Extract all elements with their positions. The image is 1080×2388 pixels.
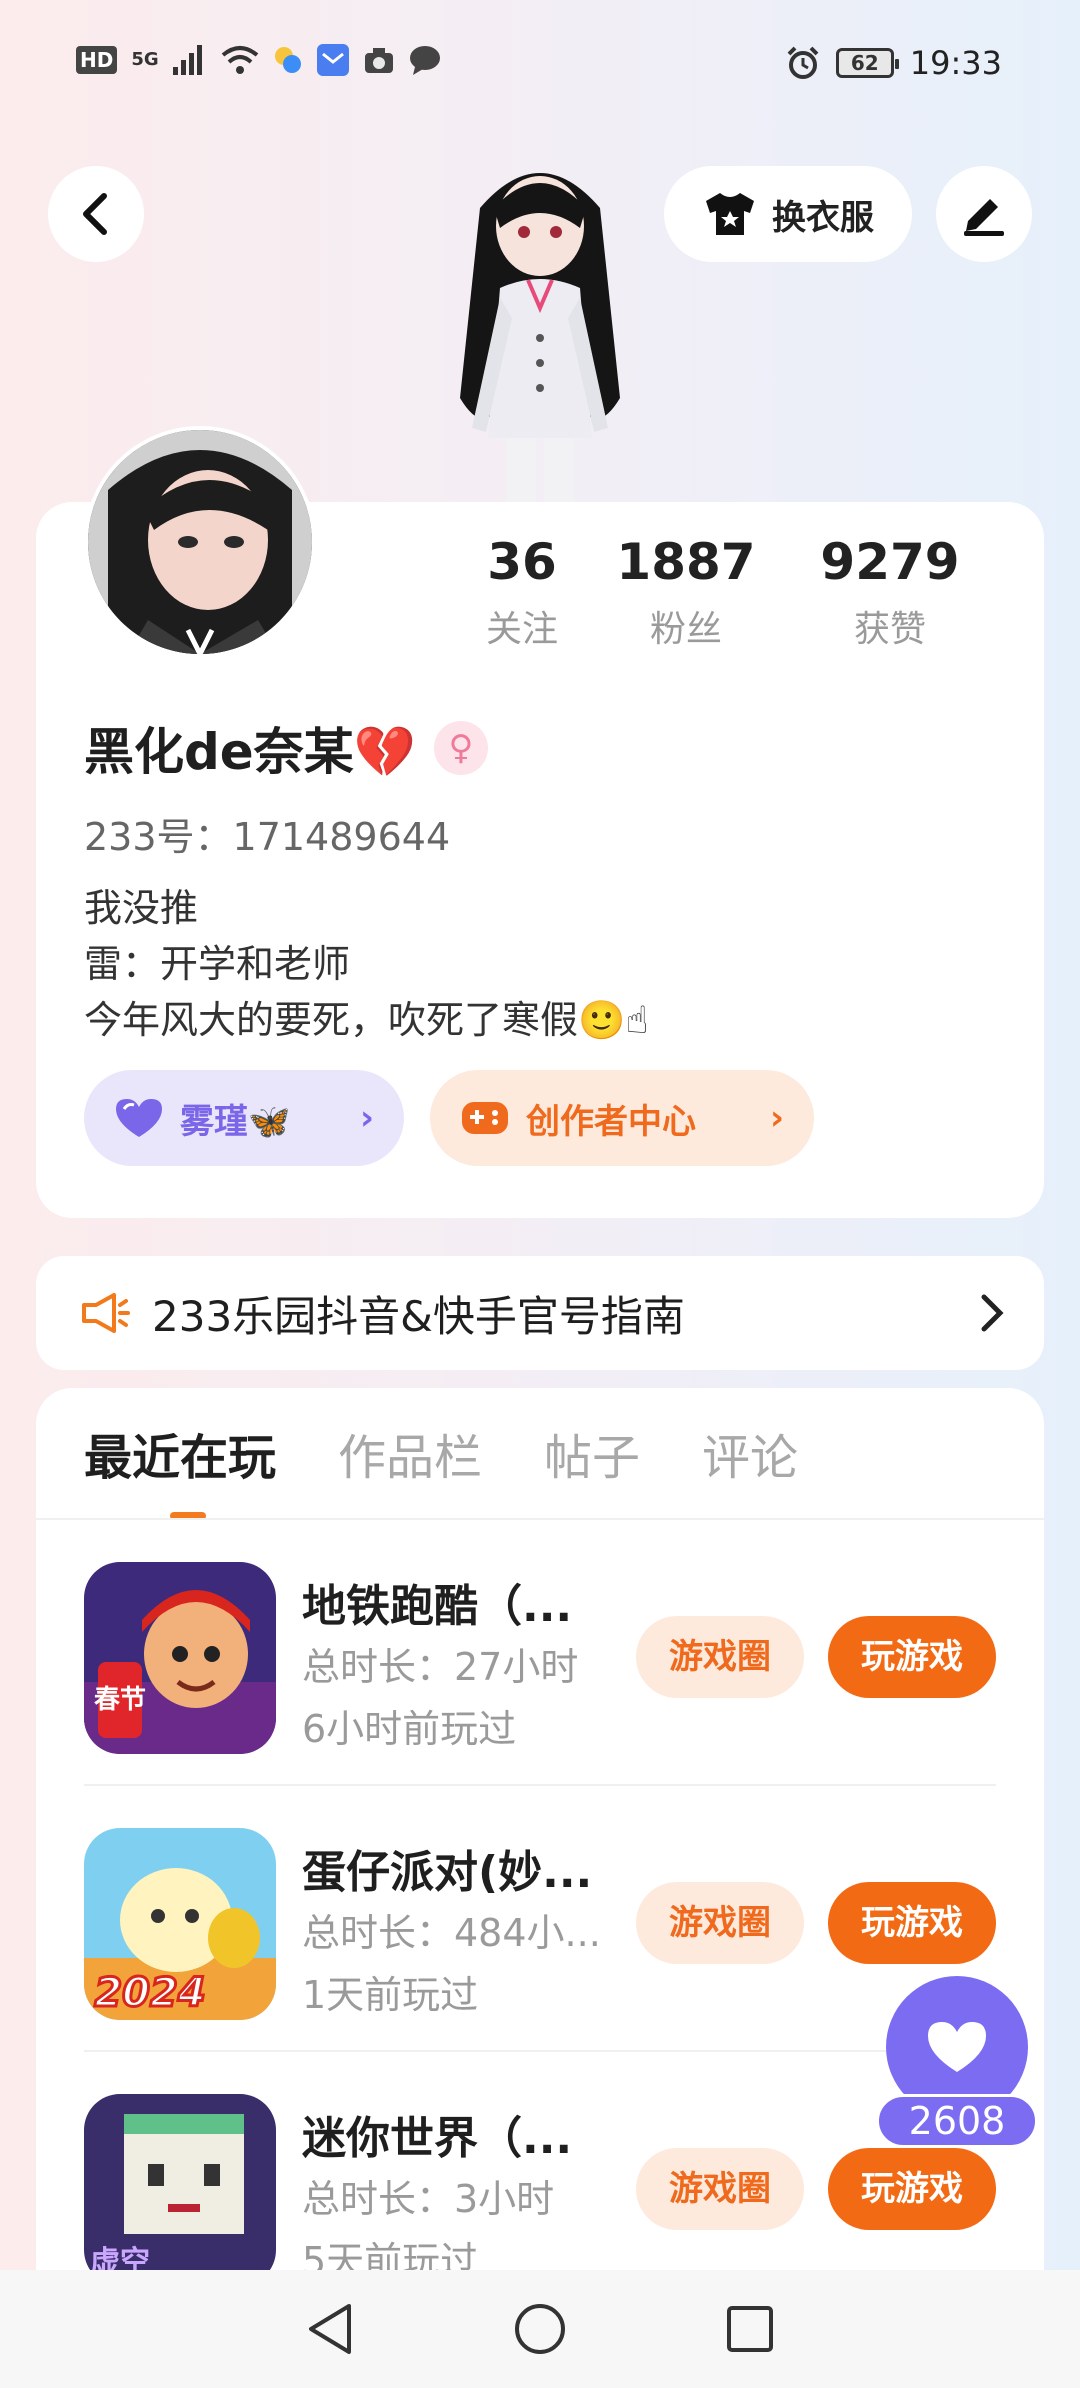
battery-icon: 62 <box>835 48 899 78</box>
stat-following[interactable]: 36 关注 <box>460 530 584 652</box>
nav-back-button[interactable] <box>300 2299 360 2359</box>
likes-label: 获赞 <box>853 609 926 650</box>
mail-app-icon <box>316 44 349 76</box>
followers-label: 粉丝 <box>649 609 722 650</box>
camera-app-icon <box>364 48 393 73</box>
square-recents-icon <box>727 2306 773 2352</box>
list-item[interactable]: 春节 地铁跑酷（... 总时长：27小时 6小时前玩过 游戏圈 玩游戏 <box>84 1520 1044 1786</box>
game-circle-button[interactable]: 游戏圈 <box>636 1616 804 1698</box>
announcement-bar[interactable]: 233乐园抖音&快手官号指南 <box>36 1256 1044 1370</box>
nickname: 黑化de奈某💔 <box>84 723 416 781</box>
bio-line: 我没推 <box>84 886 199 930</box>
circle-home-icon <box>515 2304 565 2354</box>
followers-count: 1887 <box>616 533 756 591</box>
mini-world-icon: 虚空 <box>84 2094 276 2286</box>
user-id: 233号：171489644 <box>84 815 451 859</box>
message-icon <box>409 46 440 75</box>
fan-group-chip[interactable]: 雾瑾🦋 › <box>84 1070 404 1166</box>
nav-recents-button[interactable] <box>720 2299 780 2359</box>
bio-line: 雷：开学和老师 <box>84 942 351 986</box>
tab-works[interactable]: 作品栏 <box>338 1418 482 1488</box>
likes-count: 9279 <box>820 533 960 591</box>
change-outfit-label: 换衣服 <box>772 197 874 238</box>
creator-center-chip[interactable]: 创作者中心 › <box>430 1070 814 1166</box>
announcement-text: 233乐园抖音&快手官号指南 <box>152 1291 685 1341</box>
subway-surfers-icon: 春节 <box>84 1562 276 1754</box>
eggy-party-icon: 2024 <box>84 1828 276 2020</box>
nickname-row: 黑化de奈某💔 ♀ <box>84 712 488 784</box>
stat-followers[interactable]: 1887 粉丝 <box>584 530 788 652</box>
nav-home-button[interactable] <box>510 2299 570 2359</box>
gamepad-icon <box>462 1102 508 1134</box>
game-duration: 总时长：484小... <box>302 1911 601 1955</box>
chevron-right-icon: › <box>769 1098 784 1138</box>
game-title: 蛋仔派对(妙... <box>302 1847 593 1898</box>
character-avatar-image[interactable] <box>420 148 660 508</box>
profile-tabs: 最近在玩 作品栏 帖子 评论 <box>84 1418 798 1488</box>
icon-text: 春节 <box>94 1685 146 1715</box>
game-duration: 总时长：3小时 <box>302 2177 555 2221</box>
like-count: 2608 <box>876 2094 1038 2148</box>
wifi-icon <box>221 46 258 74</box>
avatar-portrait-image <box>88 430 312 654</box>
hd-icon: HD <box>76 46 118 74</box>
following-count: 36 <box>487 533 557 591</box>
game-last-played: 6小时前玩过 <box>302 1707 517 1751</box>
following-label: 关注 <box>485 609 558 650</box>
avatar[interactable] <box>84 426 316 658</box>
content-card: 最近在玩 作品栏 帖子 评论 春节 地铁跑酷（... 总时长：27小时 6小时前… <box>36 1388 1044 2288</box>
heart-icon <box>116 1099 162 1137</box>
app-notification-icon <box>274 47 301 73</box>
back-button[interactable] <box>48 166 144 262</box>
chevron-left-icon <box>83 193 107 235</box>
game-title: 地铁跑酷（... <box>302 1581 573 1632</box>
clock: 19:33 <box>909 44 1002 82</box>
icon-text: 2024 <box>94 1970 205 2016</box>
play-game-button[interactable]: 玩游戏 <box>828 1616 996 1698</box>
edit-profile-button[interactable] <box>936 166 1032 262</box>
play-game-button[interactable]: 玩游戏 <box>828 2148 996 2230</box>
signal-5g-icon: 5G <box>131 49 159 70</box>
tab-comments[interactable]: 评论 <box>702 1418 798 1488</box>
system-nav-bar <box>0 2270 1080 2388</box>
game-last-played: 1天前玩过 <box>302 1973 479 2017</box>
play-game-button[interactable]: 玩游戏 <box>828 1882 996 1964</box>
stat-likes[interactable]: 9279 获赞 <box>788 530 992 652</box>
creator-center-label: 创作者中心 <box>526 1101 696 1142</box>
chevron-right-icon: › <box>359 1098 374 1138</box>
chevron-right-icon <box>981 1294 1004 1332</box>
change-outfit-button[interactable]: 换衣服 <box>664 166 912 262</box>
profile-stats: 36 关注 1887 粉丝 9279 获赞 <box>460 530 1000 652</box>
game-circle-button[interactable]: 游戏圈 <box>636 1882 804 1964</box>
game-icon-mini-world[interactable]: 虚空 <box>84 2094 276 2286</box>
game-circle-button[interactable]: 游戏圈 <box>636 2148 804 2230</box>
triangle-back-icon <box>309 2304 351 2354</box>
alarm-icon <box>787 46 819 79</box>
game-duration: 总时长：27小时 <box>302 1645 579 1689</box>
fan-group-label: 雾瑾🦋 <box>180 1101 291 1142</box>
game-icon-eggy-party[interactable]: 2024 <box>84 1828 276 2020</box>
signal-bars-icon <box>172 45 202 75</box>
pencil-icon <box>964 199 1004 236</box>
megaphone-icon <box>82 1293 130 1333</box>
status-bar: HD 5G 62 19:33 <box>0 0 1080 130</box>
bio-line: 今年风大的要死，吹死了寒假🙂☝ <box>84 998 649 1042</box>
female-gender-icon: ♀ <box>433 721 488 775</box>
game-icon-subway-surfers[interactable]: 春节 <box>84 1562 276 1754</box>
tshirt-icon <box>706 193 754 235</box>
tab-recent-played[interactable]: 最近在玩 <box>84 1418 276 1488</box>
heart-icon <box>928 2022 986 2072</box>
game-title: 迷你世界（... <box>302 2113 573 2164</box>
tab-posts[interactable]: 帖子 <box>544 1418 640 1488</box>
bio: 我没推 雷：开学和老师 今年风大的要死，吹死了寒假🙂☝ <box>84 880 648 1048</box>
